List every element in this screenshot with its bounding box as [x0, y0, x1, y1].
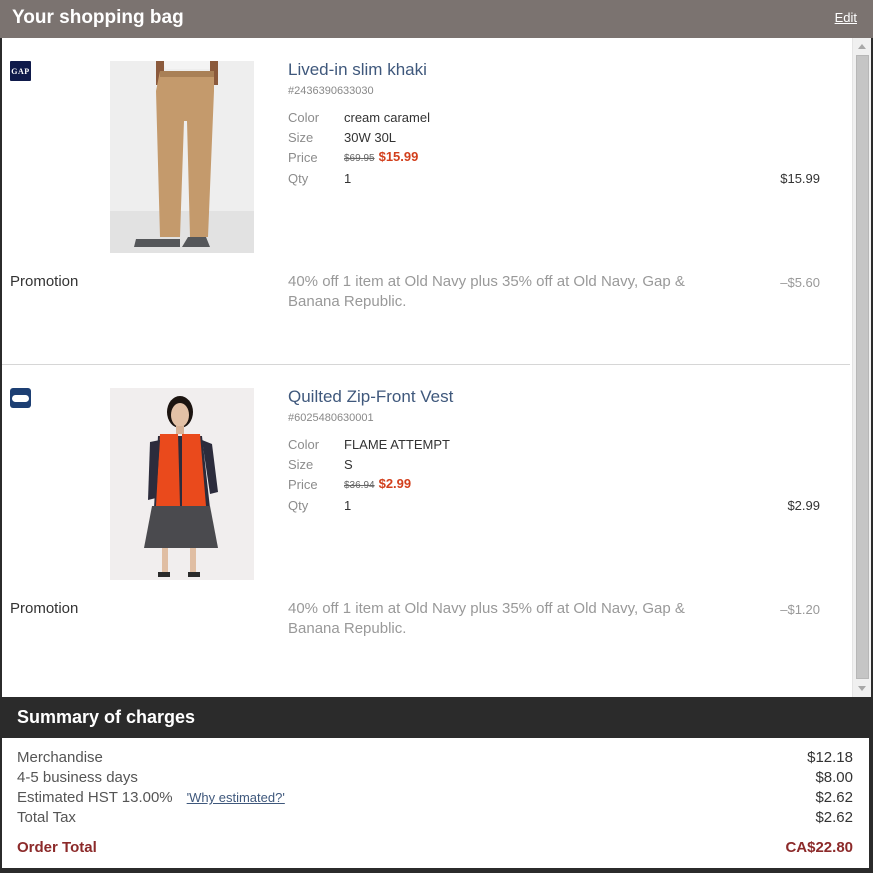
promotion-label: Promotion — [10, 600, 79, 617]
size-value: S — [344, 457, 353, 472]
original-price: $69.95 — [344, 153, 375, 164]
bag-item: GAP Lived-in slim khaki #2436390633030 C… — [2, 38, 850, 365]
product-image[interactable] — [110, 61, 254, 253]
promotion-text: 40% off 1 item at Old Navy plus 35% off … — [288, 600, 685, 637]
qty-label: Qty — [288, 498, 309, 513]
qty-value: 1 — [344, 498, 352, 513]
order-total-row: Order Total CA$22.80 — [17, 839, 853, 859]
price-value: $36.94 $2.99 — [344, 476, 411, 491]
old-navy-logo-icon — [10, 388, 31, 408]
product-sku: #6025480630001 — [288, 412, 374, 424]
order-total-label: Order Total — [17, 839, 97, 856]
hst-value: $2.62 — [815, 789, 853, 806]
summary-of-charges: Merchandise $12.18 4-5 business days $8.… — [2, 738, 869, 868]
color-value: FLAME ATTEMPT — [344, 437, 450, 452]
sale-price: $2.99 — [378, 476, 412, 491]
product-name-link[interactable]: Quilted Zip-Front Vest — [288, 387, 453, 407]
scroll-down-icon[interactable] — [858, 686, 866, 691]
shipping-label: 4-5 business days — [17, 769, 138, 786]
edit-link[interactable]: Edit — [835, 10, 857, 25]
bag-title: Your shopping bag — [12, 7, 184, 28]
why-estimated-link[interactable]: 'Why estimated?' — [187, 790, 285, 805]
size-label: Size — [288, 130, 314, 145]
size-value: 30W 30L — [344, 130, 397, 145]
line-total: $15.99 — [780, 171, 820, 186]
qty-label: Qty — [288, 171, 309, 186]
size-label: Size — [288, 457, 314, 472]
product-sku: #2436390633030 — [288, 85, 374, 97]
order-total-value: CA$22.80 — [785, 839, 853, 856]
hst-label-group: Estimated HST 13.00% 'Why estimated?' — [17, 789, 285, 806]
price-label: Price — [288, 477, 318, 492]
bag-header: Your shopping bag Edit — [0, 0, 873, 38]
sale-price: $15.99 — [378, 149, 419, 164]
price-value: $69.95 $15.99 — [344, 149, 418, 164]
bag-items-list[interactable]: GAP Lived-in slim khaki #2436390633030 C… — [2, 38, 871, 697]
promotion-amount: –$5.60 — [780, 275, 820, 290]
bag-item: Quilted Zip-Front Vest #6025480630001 Co… — [2, 365, 850, 692]
summary-header: Summary of charges — [0, 697, 873, 738]
khaki-pants-image — [110, 61, 254, 253]
price-label: Price — [288, 150, 318, 165]
line-total: $2.99 — [787, 498, 820, 513]
hst-label: Estimated HST 13.00% — [17, 789, 173, 806]
promotion-label: Promotion — [10, 273, 79, 290]
gap-logo-icon: GAP — [10, 61, 31, 81]
merchandise-label: Merchandise — [17, 749, 103, 766]
color-label: Color — [288, 110, 320, 125]
total-tax-value: $2.62 — [815, 809, 853, 826]
vertical-scrollbar[interactable] — [852, 38, 871, 697]
shipping-value: $8.00 — [815, 769, 853, 786]
original-price: $36.94 — [344, 480, 375, 491]
summary-title: Summary of charges — [17, 707, 196, 727]
scroll-up-icon[interactable] — [858, 44, 866, 49]
color-value: cream caramel — [344, 110, 430, 125]
total-tax-row: Total Tax $2.62 — [17, 809, 853, 829]
product-image[interactable] — [110, 388, 254, 580]
merchandise-row: Merchandise $12.18 — [17, 749, 853, 769]
qty-value: 1 — [344, 171, 352, 186]
promotion-amount: –$1.20 — [780, 602, 820, 617]
merchandise-value: $12.18 — [807, 749, 853, 766]
hst-row: Estimated HST 13.00% 'Why estimated?' $2.… — [17, 789, 853, 809]
product-name-link[interactable]: Lived-in slim khaki — [288, 60, 427, 80]
promotion-text: 40% off 1 item at Old Navy plus 35% off … — [288, 273, 685, 310]
quilted-vest-image — [110, 388, 254, 580]
scrollbar-thumb[interactable] — [856, 55, 869, 679]
color-label: Color — [288, 437, 320, 452]
total-tax-label: Total Tax — [17, 809, 76, 826]
shipping-row: 4-5 business days $8.00 — [17, 769, 853, 789]
